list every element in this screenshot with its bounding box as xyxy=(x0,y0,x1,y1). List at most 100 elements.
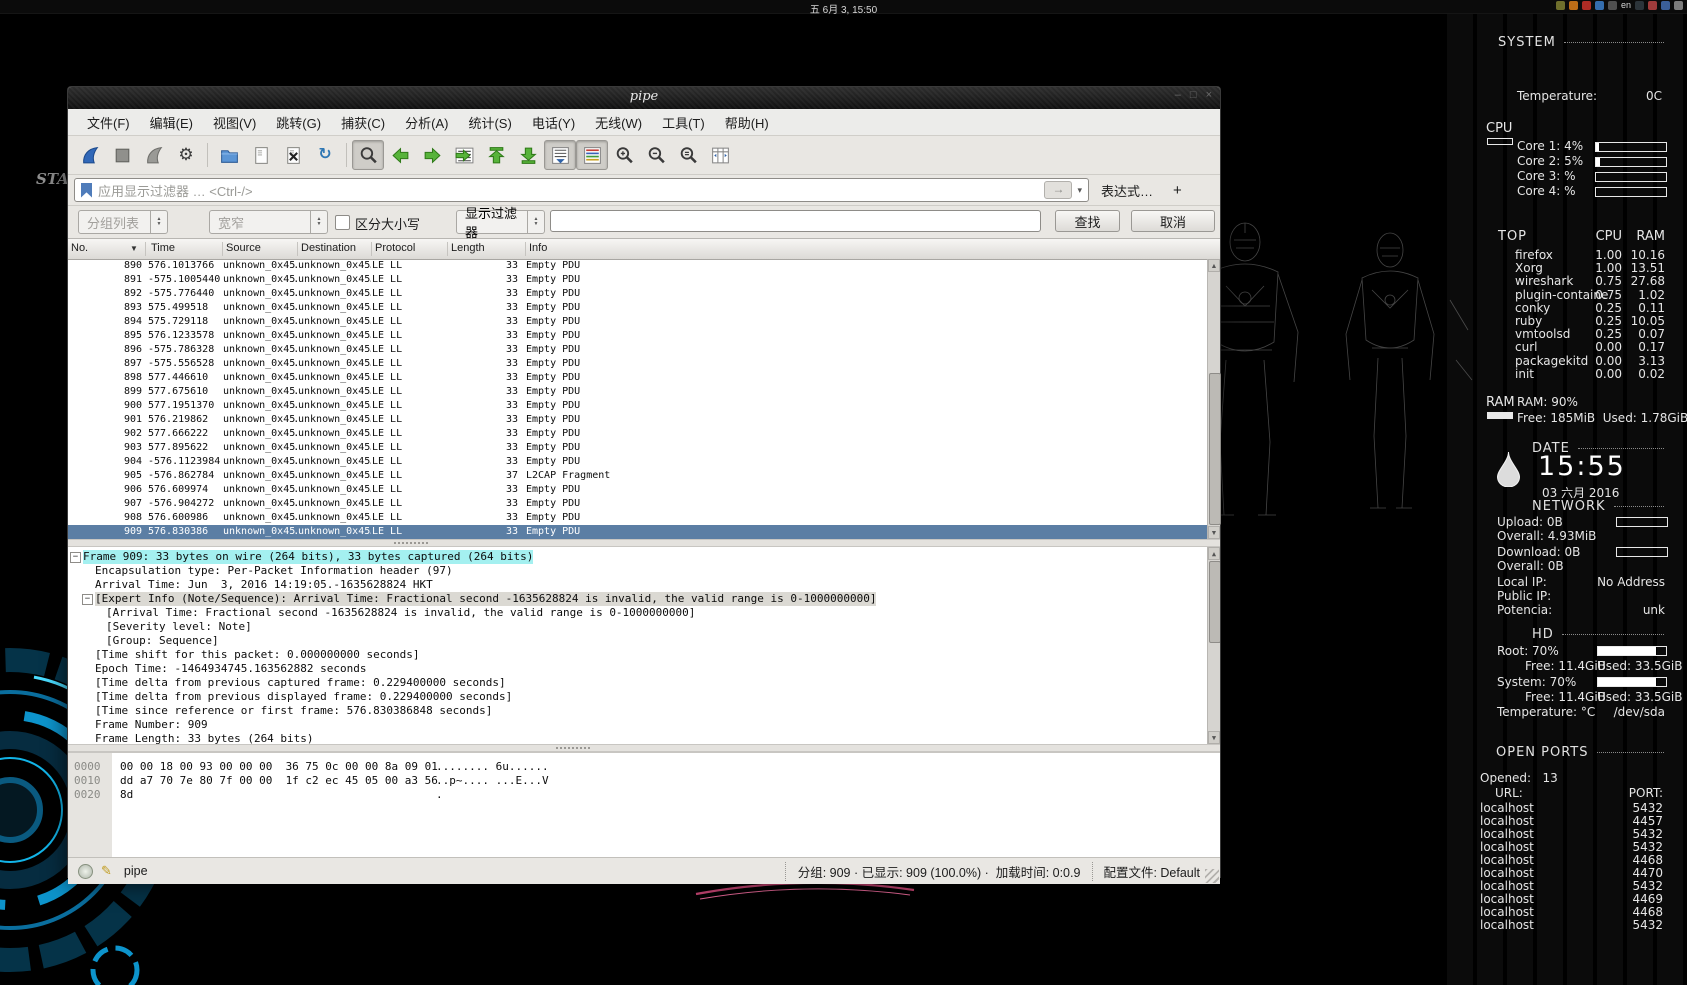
detail-line[interactable]: [Time delta from previous captured frame… xyxy=(68,676,1207,690)
packet-row[interactable]: 902 577.666222 unknown_0x45… unknown_0x45… L… xyxy=(68,427,1207,441)
column-source[interactable]: Source xyxy=(223,242,298,256)
window-titlebar[interactable]: pipe – □ × xyxy=(68,87,1220,109)
find-type-select[interactable]: 显示过滤器 xyxy=(456,206,545,240)
filter-dropdown-caret[interactable]: ▾ xyxy=(1077,185,1082,196)
shield-icon[interactable] xyxy=(1635,1,1644,10)
pane-splitter[interactable] xyxy=(68,744,1220,752)
detail-line[interactable]: [Severity level: Note] xyxy=(68,620,1207,634)
detail-line[interactable]: [Time since reference or first frame: 57… xyxy=(68,704,1207,718)
detail-line[interactable]: Epoch Time: -1464934745.163562882 second… xyxy=(68,662,1207,676)
packet-row[interactable]: 897 -575.556528 unknown_0x45… unknown_0x45…… xyxy=(68,357,1207,371)
scrollbar-thumb[interactable] xyxy=(1209,373,1221,525)
packet-bytes-pane[interactable]: 0000 00 00 18 00 93 00 00 00 36 75 0c 00 … xyxy=(68,752,1220,857)
scroll-down-icon[interactable]: ▼ xyxy=(1208,526,1220,539)
find-input[interactable] xyxy=(550,210,1041,232)
status-profile[interactable]: 配置文件: Default xyxy=(1103,862,1200,881)
packet-row[interactable]: 904 -576.1123984 unknown_0x45… unknown_0x45… xyxy=(68,455,1207,469)
restart-capture-icon[interactable] xyxy=(138,140,170,170)
find-packet-icon[interactable] xyxy=(352,140,384,170)
pane-splitter[interactable] xyxy=(68,539,1220,547)
packet-row[interactable]: 890 576.1013766 unknown_0x45… unknown_0x45…… xyxy=(68,259,1207,273)
detail-line[interactable]: − [Expert Info (Note/Sequence): Arrival T… xyxy=(68,592,1207,606)
detail-line[interactable]: Frame Number: 909 xyxy=(68,718,1207,732)
detail-line[interactable]: Encapsulation type: Per-Packet Informati… xyxy=(68,564,1207,578)
go-to-packet-icon[interactable] xyxy=(448,140,480,170)
packet-row[interactable]: 891 -575.1005440 unknown_0x45… unknown_0x45… xyxy=(68,273,1207,287)
expander-icon[interactable]: − xyxy=(82,594,93,605)
menu-item-7[interactable]: 电话(Y) xyxy=(523,110,584,135)
packet-row[interactable]: 898 577.446610 unknown_0x45… unknown_0x45… L… xyxy=(68,371,1207,385)
detail-line[interactable]: Arrival Time: Jun 3, 2016 14:19:05.-1635… xyxy=(68,578,1207,592)
display-filter-input[interactable]: 应用显示过滤器 … <Ctrl-/> → ▾ xyxy=(74,178,1089,202)
message-icon[interactable] xyxy=(1648,1,1657,10)
volume-icon[interactable] xyxy=(1607,1,1617,10)
hex-row[interactable]: 0020 8d. xyxy=(68,788,1220,802)
resize-grip[interactable] xyxy=(1205,869,1219,883)
minimize-button[interactable]: – xyxy=(1175,89,1181,101)
menu-item-6[interactable]: 统计(S) xyxy=(459,110,520,135)
packet-list-header[interactable]: No. ▼ Time Source Destination Protocol L… xyxy=(68,239,1220,260)
packet-row[interactable]: 901 576.219862 unknown_0x45… unknown_0x45… L… xyxy=(68,413,1207,427)
column-length[interactable]: Length xyxy=(448,242,526,256)
save-file-icon[interactable] xyxy=(245,140,277,170)
drive-icon[interactable] xyxy=(1661,1,1670,10)
menu-item-3[interactable]: 跳转(G) xyxy=(267,110,330,135)
zoom-in-icon[interactable] xyxy=(608,140,640,170)
open-file-icon[interactable] xyxy=(213,140,245,170)
hex-row[interactable]: 0000 00 00 18 00 93 00 00 00 36 75 0c 00 … xyxy=(68,760,1220,774)
cancel-button[interactable]: 取消 xyxy=(1131,210,1215,232)
go-back-icon[interactable] xyxy=(384,140,416,170)
column-protocol[interactable]: Protocol xyxy=(372,242,448,256)
scroll-down-icon[interactable]: ▼ xyxy=(1208,731,1220,744)
install-icon[interactable] xyxy=(1568,1,1578,10)
packet-row[interactable]: 905 -576.862784 unknown_0x45… unknown_0x45…… xyxy=(68,469,1207,483)
column-info[interactable]: Info xyxy=(526,242,1207,256)
details-scrollbar[interactable]: ▲ ▼ xyxy=(1207,547,1220,744)
menu-item-9[interactable]: 工具(T) xyxy=(653,110,714,135)
close-file-icon[interactable] xyxy=(277,140,309,170)
menu-item-10[interactable]: 帮助(H) xyxy=(716,110,778,135)
detail-line[interactable]: [Arrival Time: Fractional second -163562… xyxy=(68,606,1207,620)
packet-row[interactable]: 900 577.1951370 unknown_0x45… unknown_0x45…… xyxy=(68,399,1207,413)
close-button[interactable]: × xyxy=(1206,89,1212,101)
packet-row[interactable]: 899 577.675610 unknown_0x45… unknown_0x45… L… xyxy=(68,385,1207,399)
packet-list-scrollbar[interactable]: ▲ ▼ xyxy=(1207,259,1221,539)
start-capture-icon[interactable] xyxy=(74,140,106,170)
expression-button[interactable]: 表达式… xyxy=(1101,181,1153,200)
top-bar-clock[interactable]: 五 6月 3, 15:50 xyxy=(810,1,877,16)
zoom-out-icon[interactable] xyxy=(640,140,672,170)
updates-icon[interactable] xyxy=(1555,1,1565,10)
column-time[interactable]: Time xyxy=(148,242,223,256)
packet-row[interactable]: 906 576.609974 unknown_0x45… unknown_0x45… L… xyxy=(68,483,1207,497)
keyboard-layout-indicator[interactable]: en xyxy=(1621,1,1631,10)
find-width-select[interactable]: 宽窄 xyxy=(209,210,328,234)
packet-row[interactable]: 894 575.729118 unknown_0x45… unknown_0x45… L… xyxy=(68,315,1207,329)
packet-row[interactable]: 907 -576.904272 unknown_0x45… unknown_0x45…… xyxy=(68,497,1207,511)
find-button[interactable]: 查找 xyxy=(1055,210,1120,232)
filter-bookmark-icon[interactable] xyxy=(81,182,92,198)
packet-row[interactable]: 909 576.830386 unknown_0x45… unknown_0x45… L… xyxy=(68,525,1207,539)
packet-row[interactable]: 896 -575.786328 unknown_0x45… unknown_0x45…… xyxy=(68,343,1207,357)
scroll-up-icon[interactable]: ▲ xyxy=(1208,259,1220,272)
apply-filter-button[interactable]: → xyxy=(1044,181,1073,199)
packet-row[interactable]: 892 -575.776440 unknown_0x45… unknown_0x45…… xyxy=(68,287,1207,301)
capture-options-icon[interactable]: ⚙ xyxy=(170,140,202,170)
menu-item-1[interactable]: 编辑(E) xyxy=(141,110,202,135)
add-filter-button[interactable]: + xyxy=(1167,182,1188,199)
scroll-up-icon[interactable]: ▲ xyxy=(1208,547,1220,560)
reload-file-icon[interactable]: ↻ xyxy=(309,140,341,170)
packet-row[interactable]: 893 575.499518 unknown_0x45… unknown_0x45… L… xyxy=(68,301,1207,315)
resize-columns-icon[interactable] xyxy=(704,140,736,170)
menu-item-5[interactable]: 分析(A) xyxy=(396,110,457,135)
menu-item-2[interactable]: 视图(V) xyxy=(204,110,265,135)
maximize-button[interactable]: □ xyxy=(1190,89,1197,101)
hex-row[interactable]: 0010 dd a7 70 7e 80 7f 00 00 1f c2 ec 45 … xyxy=(68,774,1220,788)
session-icon[interactable] xyxy=(1674,1,1683,10)
column-destination[interactable]: Destination xyxy=(298,242,372,256)
packet-row[interactable]: 895 576.1233578 unknown_0x45… unknown_0x45…… xyxy=(68,329,1207,343)
scrollbar-thumb[interactable] xyxy=(1209,561,1220,643)
packet-row[interactable]: 908 576.600986 unknown_0x45… unknown_0x45… L… xyxy=(68,511,1207,525)
capture-comment-icon[interactable]: ✎ xyxy=(101,863,112,879)
menu-item-4[interactable]: 捕获(C) xyxy=(332,110,394,135)
detail-line[interactable]: Frame Length: 33 bytes (264 bits) xyxy=(68,732,1207,744)
